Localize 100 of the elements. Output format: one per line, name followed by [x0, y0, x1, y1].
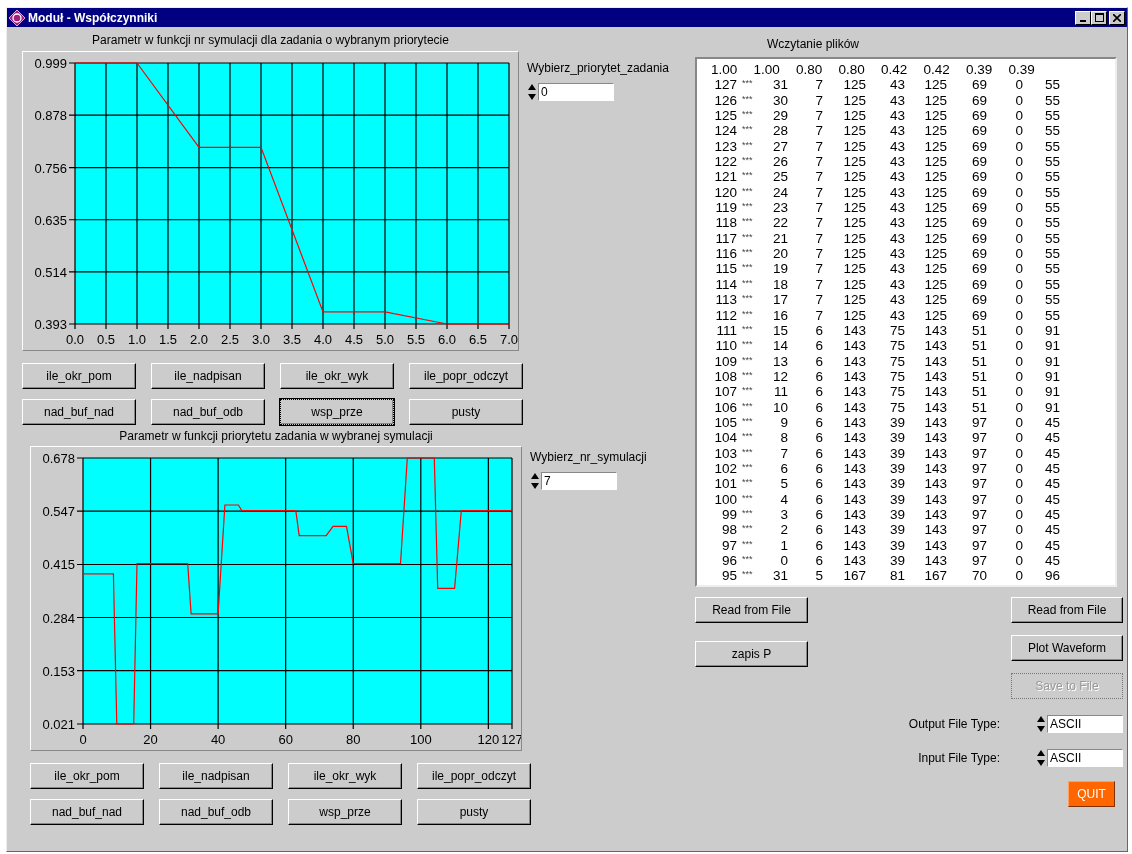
list-cell-text: 55: [1043, 261, 1060, 277]
row-marker: ***: [741, 108, 754, 122]
list-cell-text: 43: [888, 108, 905, 124]
list-cell-text: 6: [814, 491, 823, 507]
list-cell-text: 55: [1043, 276, 1060, 293]
parameter-button[interactable]: ile_okr_pom: [30, 763, 144, 789]
list-cell-text: 143: [842, 338, 866, 354]
row-marker: ***: [741, 154, 754, 168]
row-marker: ***: [741, 568, 754, 582]
spinner-arrows-icon[interactable]: [1036, 749, 1046, 767]
list-cell-text: 29: [771, 108, 788, 124]
list-cell-text: 143: [923, 430, 947, 446]
header-value: 0.39: [966, 62, 994, 78]
maximize-button[interactable]: [1091, 10, 1107, 25]
list-cell-text: 45: [1043, 430, 1060, 446]
list-cell-text: 143: [842, 553, 866, 569]
file-type-field[interactable]: ASCII: [1047, 749, 1123, 767]
list-cell-text: 143: [842, 537, 866, 553]
tick-label: 0.756: [34, 160, 67, 176]
tick-label: 80: [346, 732, 361, 747]
list-cell-text: 3: [779, 506, 788, 523]
row-marker: ***: [741, 368, 754, 382]
list-cell-text: 43: [888, 292, 905, 308]
list-cell-text: 0: [1014, 261, 1023, 277]
list-cell-text: 0: [1014, 77, 1023, 93]
list-cell-text: 39: [888, 506, 905, 523]
row-marker: ***: [741, 338, 754, 352]
list-cell-text: 125: [923, 108, 947, 124]
number-field[interactable]: 0: [538, 83, 614, 101]
file-button[interactable]: Plot Waveform: [1011, 635, 1123, 661]
list-cell-text: 43: [888, 154, 905, 170]
parameter-button[interactable]: ile_popr_odczyt: [409, 363, 523, 389]
list-cell-text: 75: [888, 353, 905, 369]
list-cell-text: 7: [814, 246, 823, 262]
list-cell-text: 69: [970, 169, 987, 185]
parameter-button[interactable]: wsp_prze: [280, 399, 394, 425]
spinner-arrows-icon[interactable]: [530, 472, 540, 490]
list-cell-text: 125: [923, 261, 947, 277]
list-cell-text: 125: [842, 230, 866, 247]
number-field[interactable]: 7: [541, 472, 617, 490]
close-button[interactable]: [1109, 10, 1125, 25]
parameter-button[interactable]: pusty: [409, 399, 523, 425]
parameter-button[interactable]: nad_buf_odb: [151, 399, 265, 425]
tick-label: 0.153: [42, 663, 75, 679]
row-marker: ***: [741, 353, 754, 367]
list-cell-text: 0: [1014, 169, 1023, 185]
file-listbox[interactable]: [695, 57, 1117, 587]
list-cell-text: 7: [814, 292, 823, 308]
parameter-button[interactable]: ile_popr_odczyt: [417, 763, 531, 789]
list-cell-text: 6: [814, 338, 823, 354]
file-button[interactable]: zapis P: [695, 641, 808, 667]
tick-label: 0.999: [34, 56, 67, 71]
row-marker: ***: [741, 138, 754, 152]
spinner-arrows-icon[interactable]: [527, 83, 537, 101]
list-cell-text: 97: [970, 553, 987, 569]
spinner-arrows-icon[interactable]: [1036, 715, 1046, 733]
file-button[interactable]: Read from File: [1011, 597, 1123, 623]
selector-label: Wybierz_nr_symulacji: [530, 450, 647, 464]
row-id: 116: [714, 246, 737, 262]
list-cell-text: 143: [923, 322, 947, 339]
parameter-button[interactable]: ile_okr_wyk: [280, 363, 394, 389]
list-cell-text: 7: [814, 108, 823, 124]
parameter-button[interactable]: ile_nadpisan: [159, 763, 273, 789]
parameter-button[interactable]: wsp_prze: [288, 799, 402, 825]
parameter-button[interactable]: ile_okr_wyk: [288, 763, 402, 789]
header-value: 0.39: [1008, 62, 1036, 78]
row-id: 100: [713, 491, 737, 507]
list-cell-text: 7: [814, 169, 823, 185]
row-marker: ***: [741, 476, 754, 490]
list-cell-text: 125: [842, 77, 866, 93]
list-cell-text: 45: [1043, 445, 1060, 461]
list-cell-text: 55: [1043, 138, 1060, 155]
tick-label: 0.284: [42, 610, 75, 626]
file-button[interactable]: Read from File: [695, 597, 808, 623]
list-cell-text: 51: [970, 353, 987, 369]
parameter-button[interactable]: ile_okr_pom: [22, 363, 136, 389]
header-value: 0.42: [923, 62, 951, 78]
list-cell-text: 10: [771, 399, 788, 415]
row-id: 120: [713, 184, 737, 201]
list-cell-text: 16: [771, 307, 788, 323]
list-cell-text: 143: [842, 353, 866, 369]
minimize-button[interactable]: [1075, 10, 1091, 25]
list-cell-text: 125: [842, 200, 866, 216]
tick-label: 5.5: [406, 332, 426, 347]
list-cell-text: 6: [814, 445, 823, 461]
list-cell-text: 143: [842, 322, 866, 339]
file-type-field[interactable]: ASCII: [1047, 715, 1123, 733]
tick-label: 6.5: [468, 332, 488, 347]
list-cell-text: 69: [970, 184, 987, 201]
parameter-button[interactable]: nad_buf_nad: [22, 399, 136, 425]
list-cell-text: 30: [771, 92, 788, 109]
list-cell-text: 97: [970, 522, 987, 538]
parameter-button[interactable]: ile_nadpisan: [151, 363, 265, 389]
list-cell-text: 69: [970, 292, 987, 308]
tick-label: 0.393: [34, 317, 67, 332]
parameter-button[interactable]: nad_buf_odb: [159, 799, 273, 825]
row-id: 107: [713, 384, 737, 400]
parameter-button[interactable]: nad_buf_nad: [30, 799, 144, 825]
list-cell-text: 28: [771, 123, 788, 139]
parameter-button[interactable]: pusty: [417, 799, 531, 825]
